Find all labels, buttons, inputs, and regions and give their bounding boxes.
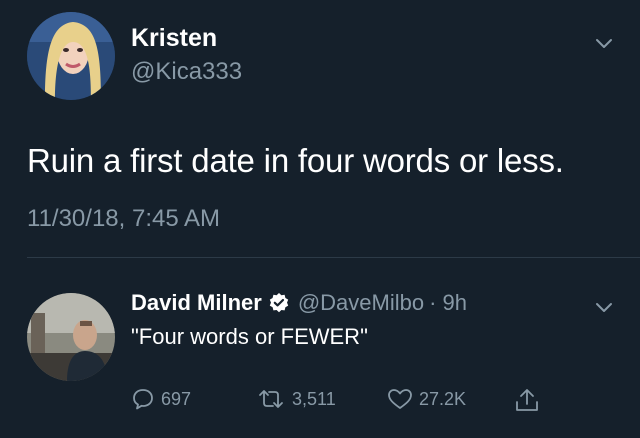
like-count: 27.2K [419, 388, 467, 409]
reply-action[interactable]: 697 [131, 387, 191, 411]
like-action[interactable]: 27.2K [387, 387, 466, 411]
kristen-avatar[interactable] [27, 12, 115, 100]
retweet-action[interactable]: 3,511 [256, 387, 336, 411]
share-icon[interactable] [514, 387, 540, 413]
reply-count: 697 [161, 388, 192, 409]
reply-author-name[interactable]: David Milner [131, 290, 262, 316]
tweet-text: Ruin a first date in four words or less. [27, 142, 564, 179]
chevron-down-icon[interactable] [595, 302, 613, 314]
reply-icon [133, 389, 153, 410]
reply-author-handle[interactable]: @DaveMilbo [298, 290, 424, 316]
reply-time[interactable]: · 9h [429, 290, 467, 316]
divider [27, 257, 640, 258]
like-icon [388, 389, 412, 409]
reply-header: David Milner @DaveMilbo · 9h [131, 290, 467, 316]
retweet-count: 3,511 [292, 388, 336, 409]
tweet-author-name[interactable]: Kristen [131, 24, 217, 53]
verified-badge-icon [269, 293, 289, 313]
reply-text: "Four words or FEWER" [131, 324, 368, 349]
david-avatar[interactable] [27, 293, 115, 381]
retweet-icon [259, 390, 283, 408]
tweet-timestamp[interactable]: 11/30/18, 7:45 AM [27, 205, 220, 233]
tweet-author-handle[interactable]: @Kica333 [131, 58, 242, 86]
chevron-down-icon[interactable] [595, 38, 613, 50]
